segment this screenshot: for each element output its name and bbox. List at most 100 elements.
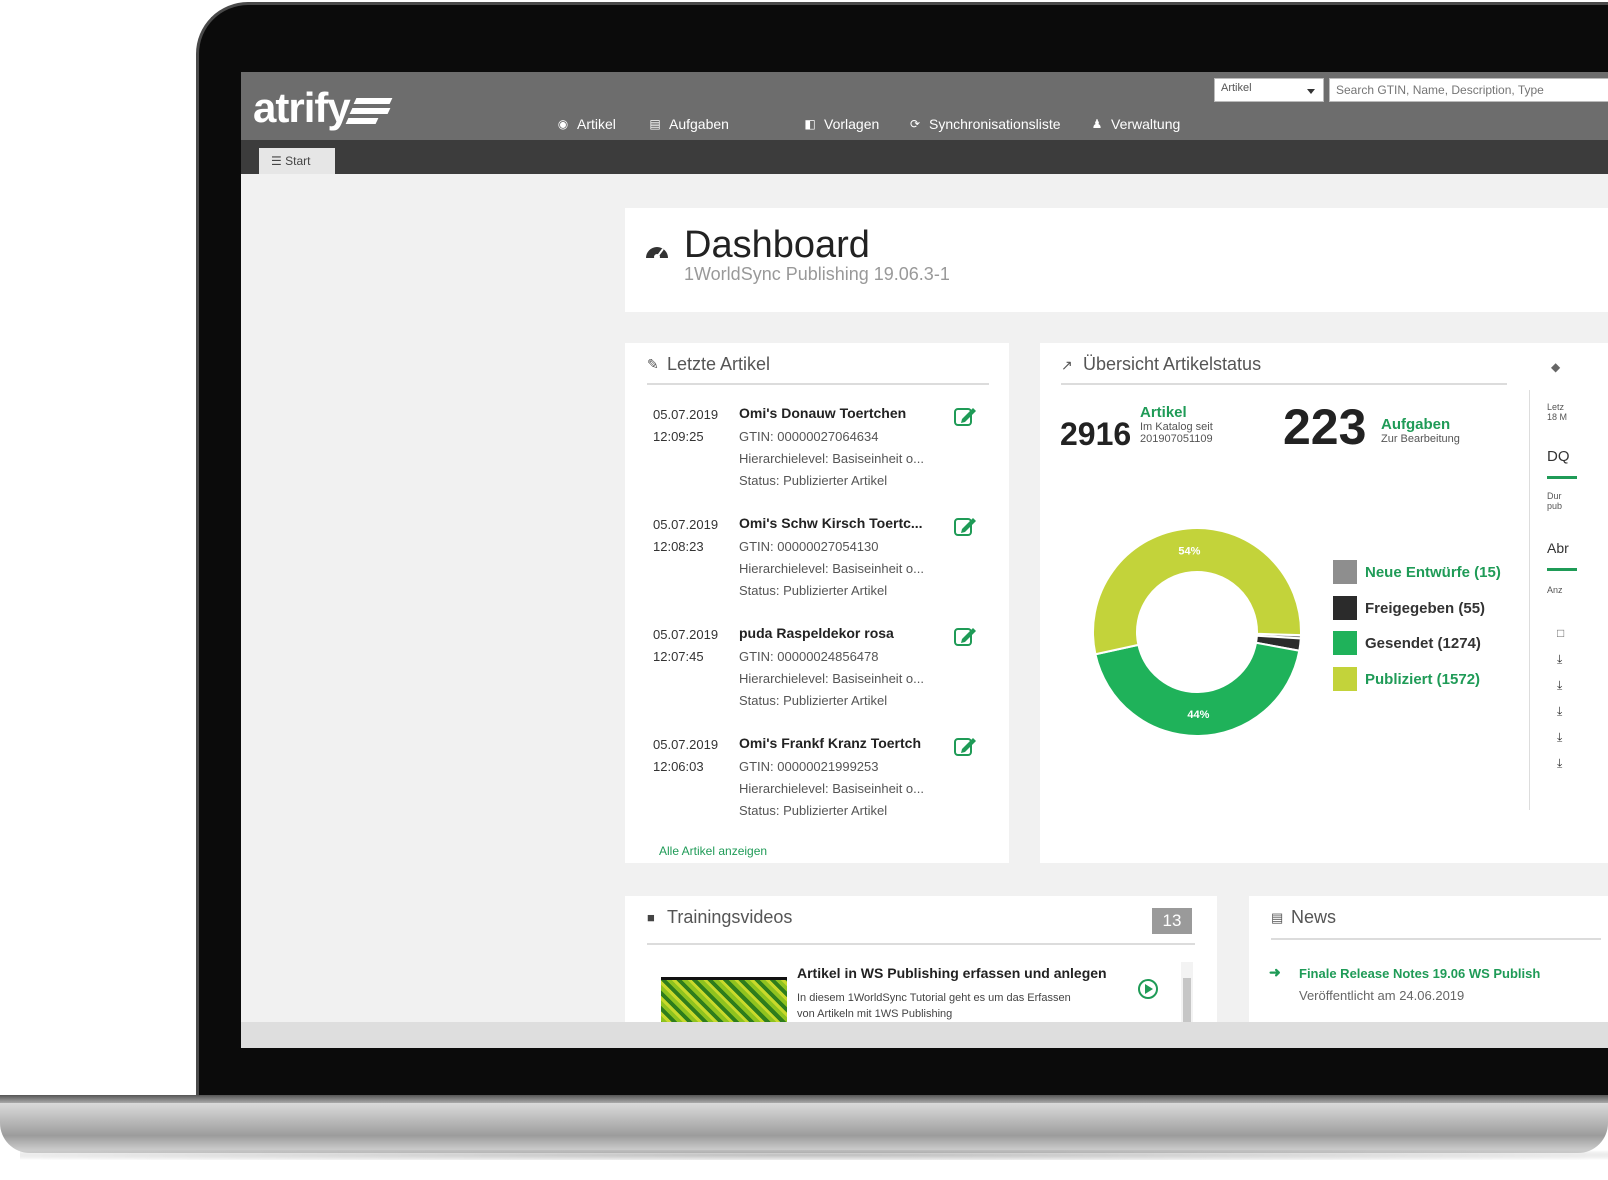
line-chart-icon: ↗ xyxy=(1061,357,1073,373)
artikel-count: 2916 xyxy=(1060,416,1132,452)
article-gtin: GTIN: 00000021999253 xyxy=(739,759,879,774)
edit-icon[interactable] xyxy=(953,405,977,427)
nav-item-verwaltung[interactable]: ♟ Verwaltung xyxy=(1091,114,1181,134)
artikel-note: Im Katalog seit 201907051109 xyxy=(1140,421,1213,445)
video-thumbnail[interactable] xyxy=(661,977,787,1027)
legend-item-neue-entwuerfe[interactable]: Neue Entwürfe (15) xyxy=(1333,560,1501,584)
arrow-right-icon: ➜ xyxy=(1269,964,1281,980)
article-status: Status: Publizierter Artikel xyxy=(739,693,888,708)
edit-icon[interactable] xyxy=(953,515,977,537)
legend-label: Neue Entwürfe (15) xyxy=(1365,563,1501,581)
article-hierarchy: Hierarchielevel: Basiseinheit o... xyxy=(739,671,924,686)
nav-item-aufgaben[interactable]: ▤ Aufgaben xyxy=(649,114,729,134)
article-gtin: GTIN: 00000024856478 xyxy=(739,649,879,664)
atrify-logo[interactable]: atrify xyxy=(253,84,351,132)
article-name[interactable]: puda Raspeldekor rosa xyxy=(739,625,894,641)
legend-swatch xyxy=(1333,560,1357,584)
right-panel-text: Anz xyxy=(1547,585,1563,595)
inbox-icon: ▤ xyxy=(649,117,661,131)
article-date: 05.07.2019 xyxy=(653,737,719,752)
cube-icon: ◉ xyxy=(557,117,569,131)
logo-bars-icon xyxy=(345,98,397,134)
donut-slice-gesendet[interactable] xyxy=(1094,641,1301,737)
nav-label: Aufgaben xyxy=(669,116,729,132)
divider xyxy=(1529,390,1530,810)
legend-item-freigegeben[interactable]: Freigegeben (55) xyxy=(1333,596,1485,620)
tab-start[interactable]: ☰ Start xyxy=(259,148,335,174)
status-donut-chart: 44% 54% xyxy=(1092,527,1302,737)
search-scope-value: Artikel xyxy=(1221,82,1252,94)
divider xyxy=(647,943,1195,945)
nav-label: Vorlagen xyxy=(824,116,880,132)
article-hierarchy: Hierarchielevel: Basiseinheit o... xyxy=(739,561,924,576)
refresh-icon: ⟳ xyxy=(909,117,921,131)
legend-swatch xyxy=(1333,631,1357,655)
show-all-articles-link[interactable]: Alle Artikel anzeigen xyxy=(659,844,767,858)
top-navigation-bar: atrify ◉ Artikel ▤ Aufgaben ◧ Vorlagen ⟳… xyxy=(241,72,1608,140)
download-icon[interactable]: ⤓ xyxy=(1557,704,1562,719)
right-panel-text: Dur pub xyxy=(1547,491,1563,511)
news-title: News xyxy=(1291,907,1337,927)
dq-progress-bar xyxy=(1547,476,1577,479)
legend-item-publiziert[interactable]: Publiziert (1572) xyxy=(1333,667,1480,691)
artikel-label[interactable]: Artikel xyxy=(1140,404,1187,421)
download-icon[interactable]: ⤓ xyxy=(1557,678,1562,693)
article-hierarchy: Hierarchielevel: Basiseinheit o... xyxy=(739,781,924,796)
search-input[interactable] xyxy=(1329,78,1608,102)
divider xyxy=(1271,938,1601,940)
divider xyxy=(647,383,989,385)
article-status: Status: Publizierter Artikel xyxy=(739,583,888,598)
app-screen: atrify ◉ Artikel ▤ Aufgaben ◧ Vorlagen ⟳… xyxy=(241,72,1608,1048)
nav-item-artikel[interactable]: ◉ Artikel xyxy=(557,114,616,134)
scrollbar[interactable] xyxy=(1181,962,1193,1026)
article-gtin: GTIN: 00000027054130 xyxy=(739,539,879,554)
dq-label: DQ xyxy=(1547,448,1570,465)
laptop-shadow xyxy=(20,1150,1608,1160)
nav-item-synchronisationsliste[interactable]: ⟳ Synchronisationsliste xyxy=(909,114,1061,134)
video-title[interactable]: Artikel in WS Publishing erfassen und an… xyxy=(797,965,1107,981)
diamond-icon: ◆ xyxy=(1551,360,1561,374)
article-date: 05.07.2019 xyxy=(653,627,719,642)
download-icon[interactable]: ⤓ xyxy=(1557,730,1562,745)
article-status: Status: Publizierter Artikel xyxy=(739,473,888,488)
search-scope-select[interactable]: Artikel xyxy=(1214,78,1324,102)
article-name[interactable]: Omi's Frankf Kranz Toertch xyxy=(739,735,921,751)
users-icon: ♟ xyxy=(1091,117,1103,131)
aufgaben-count: 223 xyxy=(1283,399,1367,455)
abr-progress-bar xyxy=(1547,568,1577,571)
scrollbar-thumb[interactable] xyxy=(1183,978,1191,1026)
aufgaben-label[interactable]: Aufgaben xyxy=(1381,416,1450,433)
nav-item-vorlagen[interactable]: ◧ Vorlagen xyxy=(804,114,879,134)
page-title: Dashboard xyxy=(684,224,870,266)
dashboard-gauge-icon xyxy=(646,247,668,260)
abr-label: Abr xyxy=(1547,540,1569,556)
edit-square-icon: ✎ xyxy=(647,356,659,372)
article-status: Status: Publizierter Artikel xyxy=(739,803,888,818)
edit-icon[interactable] xyxy=(953,735,977,757)
page-subtitle: 1WorldSync Publishing 19.06.3-1 xyxy=(684,264,950,284)
nav-label: Synchronisationsliste xyxy=(929,116,1061,132)
article-date: 05.07.2019 xyxy=(653,407,719,422)
news-item-title[interactable]: Finale Release Notes 19.06 WS Publish xyxy=(1299,966,1540,981)
legend-item-gesendet[interactable]: Gesendet (1274) xyxy=(1333,631,1481,655)
status-overview-title: Übersicht Artikelstatus xyxy=(1083,354,1262,374)
article-hierarchy: Hierarchielevel: Basiseinheit o... xyxy=(739,451,924,466)
legend-swatch xyxy=(1333,596,1357,620)
play-icon[interactable] xyxy=(1137,978,1159,1000)
nav-label: Verwaltung xyxy=(1111,116,1181,132)
edit-icon[interactable] xyxy=(953,625,977,647)
chevron-down-icon xyxy=(1307,89,1315,94)
letzte-artikel-title: Letzte Artikel xyxy=(667,354,771,374)
videos-count-badge: 13 xyxy=(1152,908,1192,934)
donut-slice-label: 44% xyxy=(1187,709,1209,721)
download-icon[interactable]: ⤓ xyxy=(1557,756,1562,771)
video-description: In diesem 1WorldSync Tutorial geht es um… xyxy=(797,992,1071,1020)
article-date: 05.07.2019 xyxy=(653,517,719,532)
download-icon[interactable]: ⤓ xyxy=(1557,652,1562,667)
legend-label: Gesendet (1274) xyxy=(1365,634,1481,652)
article-time: 12:09:25 xyxy=(653,429,704,444)
article-name[interactable]: Omi's Donauw Toertchen xyxy=(739,405,906,421)
video-camera-icon: ■ xyxy=(647,910,655,925)
article-name[interactable]: Omi's Schw Kirsch Toertc... xyxy=(739,515,923,531)
bottom-status-strip xyxy=(241,1022,1608,1048)
